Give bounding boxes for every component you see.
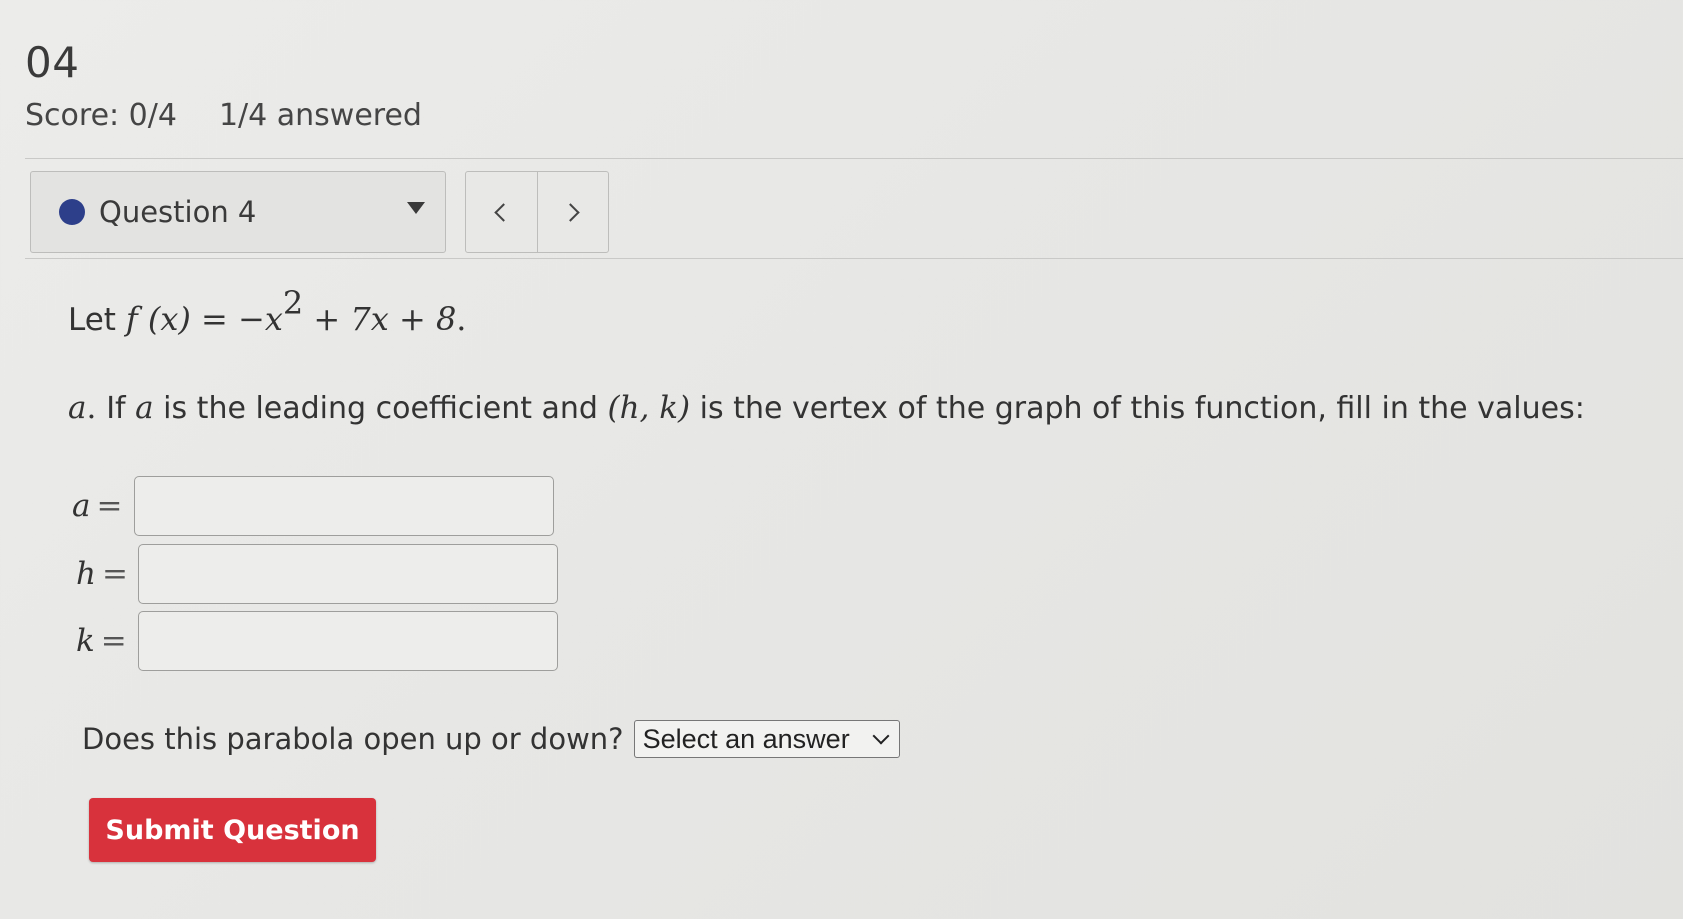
chevron-right-icon bbox=[561, 202, 580, 222]
part-a-prompt: a. If a is the leading coefficient and (… bbox=[68, 390, 1585, 426]
stem-rest: + 7x + 8 bbox=[303, 300, 457, 338]
field-row-h: h = bbox=[76, 544, 558, 604]
stem-suffix: . bbox=[456, 300, 467, 338]
submit-question-button[interactable]: Submit Question bbox=[89, 798, 376, 862]
answered-text: 1/4 answered bbox=[218, 98, 422, 133]
field-label-a: a = bbox=[72, 488, 134, 524]
field-label-k: k = bbox=[76, 623, 138, 659]
stem-prefix: Let bbox=[68, 302, 126, 338]
divider bbox=[25, 258, 1683, 259]
status-dot-icon bbox=[59, 199, 85, 225]
field-eq-a: = bbox=[96, 488, 123, 524]
assignment-title: 04 bbox=[25, 38, 80, 87]
question-stem: Let f (x) = −x2 + 7x + 8. bbox=[68, 287, 467, 338]
field-var-k: k bbox=[76, 623, 95, 659]
direction-select-value: Select an answer bbox=[642, 723, 850, 754]
stem-exponent: 2 bbox=[282, 284, 304, 322]
caret-down-icon bbox=[407, 202, 425, 214]
field-eq-h: = bbox=[101, 556, 128, 592]
field-row-k: k = bbox=[76, 611, 558, 671]
part-a-var-a: a bbox=[135, 390, 154, 426]
stem-func: f bbox=[125, 300, 138, 338]
answer-input-h[interactable] bbox=[138, 544, 558, 604]
part-a-label: a bbox=[68, 390, 87, 426]
answer-input-a[interactable] bbox=[134, 476, 554, 536]
part-a-text-2: is the leading coefficient and bbox=[153, 391, 608, 426]
divider bbox=[25, 158, 1683, 159]
part-a-punct: . bbox=[86, 390, 107, 426]
part-a-pair: (h, k) bbox=[607, 390, 691, 426]
question-selector-dropdown[interactable]: Question 4 bbox=[30, 171, 446, 253]
chevron-down-icon bbox=[872, 727, 890, 745]
question-selector-label: Question 4 bbox=[99, 195, 257, 229]
score-text: Score: 0/4 bbox=[25, 98, 177, 133]
direction-row: Does this parabola open up or down? Sele… bbox=[82, 720, 900, 758]
field-eq-k: = bbox=[100, 623, 127, 659]
field-var-h: h bbox=[76, 556, 96, 592]
previous-question-button[interactable] bbox=[466, 172, 537, 252]
field-label-h: h = bbox=[76, 556, 138, 592]
score-row: Score: 0/4 1/4 answered bbox=[25, 98, 422, 133]
field-row-a: a = bbox=[72, 476, 554, 536]
chevron-left-icon bbox=[494, 202, 513, 222]
part-a-text-1: If bbox=[106, 391, 136, 426]
direction-select[interactable]: Select an answer bbox=[633, 720, 900, 758]
answer-input-k[interactable] bbox=[138, 611, 558, 671]
part-a-text-3: is the vertex of the graph of this funct… bbox=[690, 391, 1585, 426]
question-nav-buttons bbox=[465, 171, 609, 253]
field-var-a: a bbox=[72, 488, 91, 524]
assignment-page: 04 Score: 0/4 1/4 answered Question 4 Le… bbox=[0, 0, 1683, 919]
direction-question: Does this parabola open up or down? bbox=[82, 722, 624, 756]
next-question-button[interactable] bbox=[536, 172, 609, 252]
stem-arg: (x) = −x bbox=[137, 300, 283, 338]
